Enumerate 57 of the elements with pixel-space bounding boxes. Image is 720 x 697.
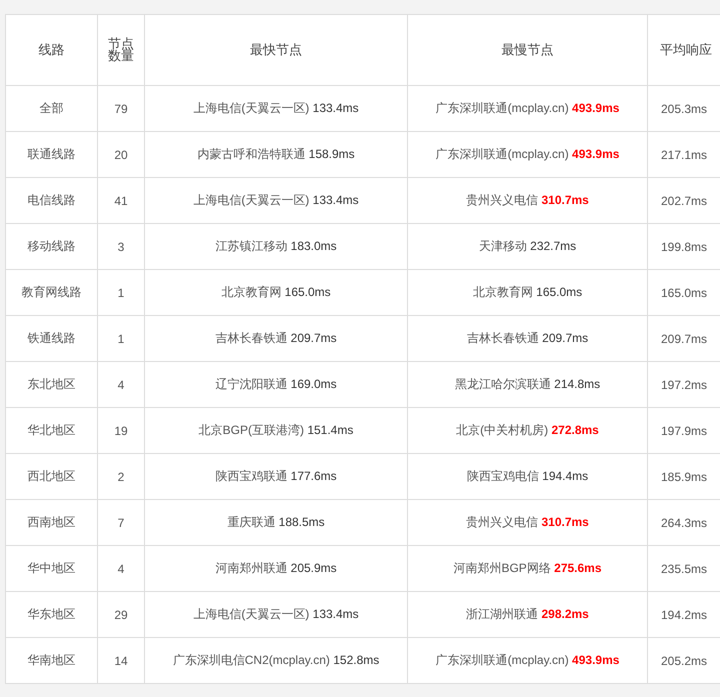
column-header: 最慢节点 [408, 14, 648, 86]
table-cell: 陕西宝鸡联通 177.6ms [144, 454, 408, 500]
table-cell: 20 [98, 132, 144, 178]
table-cell: 西南地区 [6, 500, 98, 546]
table-cell: 华中地区 [6, 546, 98, 592]
table-cell: 陕西宝鸡电信 194.4ms [408, 454, 648, 500]
table-cell: 上海电信(天翼云一区) 133.4ms [144, 86, 408, 132]
table-cell: 河南郑州联通 205.9ms [144, 546, 408, 592]
table-cell: 北京教育网 165.0ms [408, 270, 648, 316]
table-cell: 29 [98, 592, 144, 638]
table-cell: 华东地区 [6, 592, 98, 638]
table-cell: 黑龙江哈尔滨联通 214.8ms [408, 362, 648, 408]
table-cell: 河南郑州BGP网络 275.6ms [408, 546, 648, 592]
table-cell: 华北地区 [6, 408, 98, 454]
table-cell: 14 [98, 638, 144, 684]
table-cell: 教育网线路 [6, 270, 98, 316]
table-cell: 内蒙古呼和浩特联通 158.9ms [144, 132, 408, 178]
table-cell: 广东深圳联通(mcplay.cn) 493.9ms [408, 86, 648, 132]
table-cell: 上海电信(天翼云一区) 133.4ms [144, 592, 408, 638]
table-cell: 4 [98, 362, 144, 408]
table-cell: 1 [98, 316, 144, 362]
table-cell: 江苏镇江移动 183.0ms [144, 224, 408, 270]
table-cell: 天津移动 232.7ms [408, 224, 648, 270]
table-cell: 浙江湖州联通 298.2ms [408, 592, 648, 638]
table-cell: 4 [98, 546, 144, 592]
table-cell: 上海电信(天翼云一区) 133.4ms [144, 178, 408, 224]
table-cell: 西北地区 [6, 454, 98, 500]
table-cell: 贵州兴义电信 310.7ms [408, 178, 648, 224]
table-cell: 北京教育网 165.0ms [144, 270, 408, 316]
table-cell: 联通线路 [6, 132, 98, 178]
table-cell: 贵州兴义电信 310.7ms [408, 500, 648, 546]
table-cell: 华南地区 [6, 638, 98, 684]
table-cell: 北京(中关村机房) 272.8ms [408, 408, 648, 454]
table-cell: 7 [98, 500, 144, 546]
table-cell: 19 [98, 408, 144, 454]
table-cell: 79 [98, 86, 144, 132]
table-cell: 辽宁沈阳联通 169.0ms [144, 362, 408, 408]
column-header: 线路 [6, 14, 98, 86]
column-header: 最快节点 [144, 14, 408, 86]
table-cell: 广东深圳电信CN2(mcplay.cn) 152.8ms [144, 638, 408, 684]
table-cell: 电信线路 [6, 178, 98, 224]
table-cell: 北京BGP(互联港湾) 151.4ms [144, 408, 408, 454]
table-cell: 铁通线路 [6, 316, 98, 362]
table-cell: 重庆联通 188.5ms [144, 500, 408, 546]
table-cell: 2 [98, 454, 144, 500]
column-header: 平均响应 [648, 14, 720, 86]
table-cell: 移动线路 [6, 224, 98, 270]
table-cell: 广东深圳联通(mcplay.cn) 493.9ms [408, 638, 648, 684]
table-cell: 全部 [6, 86, 98, 132]
table-cell: 3 [98, 224, 144, 270]
column-header: 节点数量 [98, 14, 144, 86]
table-cell: 东北地区 [6, 362, 98, 408]
table-cell: 广东深圳联通(mcplay.cn) 493.9ms [408, 132, 648, 178]
table-cell: 吉林长春铁通 209.7ms [144, 316, 408, 362]
table-cell: 41 [98, 178, 144, 224]
table-cell: 1 [98, 270, 144, 316]
table-cell: 吉林长春铁通 209.7ms [408, 316, 648, 362]
